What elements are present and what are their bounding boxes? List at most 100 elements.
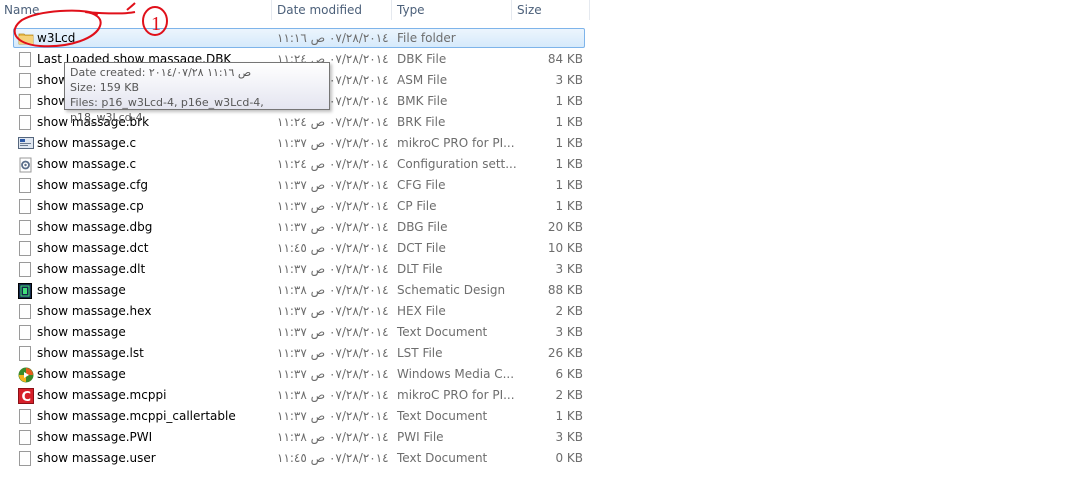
file-size: 3 KB xyxy=(555,73,583,87)
file-name: show massage.mcppi xyxy=(37,388,167,402)
column-divider[interactable] xyxy=(271,0,272,20)
red-annotation-marks: 1 xyxy=(13,2,168,48)
file-row[interactable]: show massage.c ۲۰۱٤/۰۷/۲۸ ص ۱۱:۲٤ Configur… xyxy=(0,154,590,175)
file-type: mikroC PRO for PI... xyxy=(397,388,515,402)
file-icon xyxy=(19,115,31,130)
file-name: show massage.dlt xyxy=(37,262,146,276)
file-icon xyxy=(19,346,31,361)
file-icon xyxy=(19,409,31,424)
file-type: DLT File xyxy=(397,262,443,276)
file-size: 84 KB xyxy=(547,52,583,66)
file-icon xyxy=(19,304,31,319)
file-size: 1 KB xyxy=(555,409,583,423)
file-type: mikroC PRO for PI... xyxy=(397,136,515,150)
file-row[interactable]: show massage.hex ۲۰۱٤/۰۷/۲۸ ص ۱۱:۳۷ HEX Fi… xyxy=(0,301,590,322)
file-size: 26 KB xyxy=(547,346,583,360)
file-icon xyxy=(19,178,31,193)
file-size: 3 KB xyxy=(555,325,583,339)
file-row[interactable]: show massage.cfg ۲۰۱٤/۰۷/۲۸ ص ۱۱:۳۷ CFG Fi… xyxy=(0,175,590,196)
file-date-modified: ۲۰۱٤/۰۷/۲۸ ص ۱۱:٤٥ xyxy=(277,451,389,465)
file-size: 88 KB xyxy=(547,283,583,297)
column-header-size[interactable]: Size xyxy=(517,3,542,17)
file-size: 0 KB xyxy=(555,451,583,465)
file-size: 1 KB xyxy=(555,199,583,213)
file-name: show massage.cfg xyxy=(37,178,148,192)
file-size: 2 KB xyxy=(555,304,583,318)
red-arrow-stroke xyxy=(126,2,136,11)
file-row[interactable]: show massage.dct ۲۰۱٤/۰۷/۲۸ ص ۱۱:٤٥ DCT Fi… xyxy=(0,238,590,259)
file-date-modified: ۲۰۱٤/۰۷/۲۸ ص ۱۱:۳۷ xyxy=(277,304,389,318)
file-icon xyxy=(19,220,31,235)
column-divider[interactable] xyxy=(589,0,590,20)
file-size: 1 KB xyxy=(555,115,583,129)
file-row[interactable]: show massage.cp ۲۰۱٤/۰۷/۲۸ ص ۱۱:۳۷ CP File… xyxy=(0,196,590,217)
file-type: PWI File xyxy=(397,430,444,444)
file-name: show massage xyxy=(37,283,126,297)
file-date-modified: ۲۰۱٤/۰۷/۲۸ ص ۱۱:۳۷ xyxy=(277,136,389,150)
file-icon xyxy=(19,451,31,466)
file-size: 1 KB xyxy=(555,178,583,192)
column-divider[interactable] xyxy=(391,0,392,20)
file-type: HEX File xyxy=(397,304,446,318)
file-date-modified: ۲۰۱٤/۰۷/۲۸ ص ۱۱:۳۷ xyxy=(277,199,389,213)
file-type: DBK File xyxy=(397,52,447,66)
file-date-modified: ۲۰۱٤/۰۷/۲۸ ص ۱۱:۳۷ xyxy=(277,367,389,381)
file-name: show massage.c xyxy=(37,136,137,150)
file-icon xyxy=(19,241,31,256)
column-header-type[interactable]: Type xyxy=(397,3,425,17)
file-size: 3 KB xyxy=(555,430,583,444)
file-name: show massage.PWI xyxy=(37,430,153,444)
file-size: 10 KB xyxy=(547,241,583,255)
file-row[interactable]: show massage.PWI ۲۰۱٤/۰۷/۲۸ ص ۱۱:۳۸ PWI Fi… xyxy=(0,427,590,448)
file-date-modified: ۲۰۱٤/۰۷/۲۸ ص ۱۱:۳۷ xyxy=(277,325,389,339)
file-date-modified: ۲۰۱٤/۰۷/۲۸ ص ۱۱:۳۸ xyxy=(277,388,389,402)
tooltip-date-created: Date created: ۲۰۱٤/۰۷/۲۸ ص ۱۱:۱٦ xyxy=(70,66,252,79)
file-icon xyxy=(19,94,31,109)
file-row[interactable]: show massage ۲۰۱٤/۰۷/۲۸ ص ۱۱:۳۷ Windows Me… xyxy=(0,364,590,385)
file-icon xyxy=(19,73,31,88)
schematic-icon xyxy=(18,283,32,299)
file-type: File folder xyxy=(397,31,456,45)
file-row[interactable]: show massage.dbg ۲۰۱٤/۰۷/۲۸ ص ۱۱:۳۷ DBG Fi… xyxy=(0,217,590,238)
file-icon xyxy=(19,199,31,214)
file-name: show massage.user xyxy=(37,451,156,465)
file-row[interactable]: show massage ۲۰۱٤/۰۷/۲۸ ص ۱۱:۳۸ Schematic … xyxy=(0,280,590,301)
file-date-modified: ۲۰۱٤/۰۷/۲۸ ص ۱۱:۳۷ xyxy=(277,346,389,360)
file-size: 6 KB xyxy=(555,367,583,381)
file-name: show massage xyxy=(37,367,126,381)
file-row[interactable]: Cshow massage.mcppi ۲۰۱٤/۰۷/۲۸ ص ۱۱:۳۸ mik… xyxy=(0,385,590,406)
file-row[interactable]: show massage.dlt ۲۰۱٤/۰۷/۲۸ ص ۱۱:۳۷ DLT Fi… xyxy=(0,259,590,280)
file-type: Text Document xyxy=(397,325,488,339)
file-type: ASM File xyxy=(397,73,448,87)
file-row[interactable]: show massage.mcppi_callertable ۲۰۱٤/۰۷/۲۸… xyxy=(0,406,590,427)
file-date-modified: ۲۰۱٤/۰۷/۲۸ ص ۱۱:٤٥ xyxy=(277,241,389,255)
file-size: 20 KB xyxy=(547,220,583,234)
file-date-modified: ۲۰۱٤/۰۷/۲۸ ص ۱۱:۳۷ xyxy=(277,409,389,423)
file-type: Schematic Design xyxy=(397,283,506,297)
file-type: BRK File xyxy=(397,115,446,129)
file-type: Configuration sett... xyxy=(397,157,517,171)
file-icon xyxy=(19,262,31,277)
file-type: Text Document xyxy=(397,451,488,465)
file-type: CP File xyxy=(397,199,437,213)
folder-tooltip: Date created: ۲۰۱٤/۰۷/۲۸ ص ۱۱:۱٦ Size: 1… xyxy=(64,62,330,124)
mikroc-source-icon xyxy=(18,136,34,152)
file-name: show massage xyxy=(37,325,126,339)
file-size: 1 KB xyxy=(555,94,583,108)
file-row[interactable]: show massage.lst ۲۰۱٤/۰۷/۲۸ ص ۱۱:۳۷ LST Fi… xyxy=(0,343,590,364)
column-divider[interactable] xyxy=(511,0,512,20)
file-row[interactable]: show massage.c ۲۰۱٤/۰۷/۲۸ ص ۱۱:۳۷ mikroC P… xyxy=(0,133,590,154)
file-name: show massage.dbg xyxy=(37,220,153,234)
file-name: show massage.mcppi_callertable xyxy=(37,409,236,423)
red-circle-stroke xyxy=(13,9,136,48)
file-name: show massage.hex xyxy=(37,304,152,318)
file-size: 1 KB xyxy=(555,136,583,150)
column-header-date[interactable]: Date modified xyxy=(277,3,362,17)
mikroc-project-icon: C xyxy=(18,388,34,405)
file-type: DBG File xyxy=(397,220,448,234)
file-date-modified: ۲۰۱٤/۰۷/۲۸ ص ۱۱:۳۷ xyxy=(277,262,389,276)
file-row[interactable]: show massage ۲۰۱٤/۰۷/۲۸ ص ۱۱:۳۷ Text Docum… xyxy=(0,322,590,343)
file-row[interactable]: show massage.user ۲۰۱٤/۰۷/۲۸ ص ۱۱:٤٥ Text … xyxy=(0,448,590,469)
file-type: Windows Media C... xyxy=(397,367,515,381)
file-date-modified: ۲۰۱٤/۰۷/۲۸ ص ۱۱:۳۸ xyxy=(277,430,389,444)
